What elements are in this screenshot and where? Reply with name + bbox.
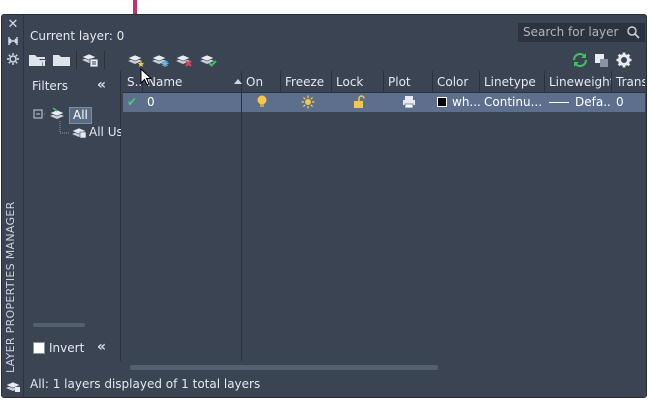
sort-ascending-icon	[234, 79, 242, 84]
column-name[interactable]: Name	[143, 71, 242, 93]
layer-stack-icon[interactable]	[5, 379, 21, 396]
filters-pane: Filters « All All Used Layers	[25, 71, 121, 361]
column-transparency[interactable]: Trans	[612, 71, 645, 93]
new-group-filter-icon[interactable]	[52, 51, 72, 69]
grid-scrollbar[interactable]	[130, 365, 438, 370]
layer-translucent-icon[interactable]	[592, 51, 612, 69]
unlocked-icon[interactable]	[353, 95, 365, 109]
status-bar-text: All: 1 layers displayed of 1 total layer…	[30, 377, 261, 391]
column-linetype[interactable]: Linetype	[480, 71, 545, 93]
column-color[interactable]: Color	[433, 71, 480, 93]
properties-icon[interactable]	[5, 53, 21, 69]
invert-label: Invert	[49, 341, 85, 355]
bulb-on-icon[interactable]	[256, 95, 268, 109]
auto-hide-icon[interactable]	[5, 35, 21, 51]
invert-checkbox[interactable]	[33, 342, 45, 354]
table-row[interactable]: ✔ 0 wh... Continu... Defa... 0	[123, 93, 645, 112]
filters-title: Filters	[32, 79, 68, 93]
search-icon[interactable]	[627, 26, 640, 39]
layer-color-name[interactable]: wh...	[448, 93, 480, 112]
layer-status-current: ✔	[127, 95, 138, 109]
layer-lineweight[interactable]: Defa...	[571, 93, 612, 112]
tree-item-all-used[interactable]: All Used Layers	[89, 125, 121, 139]
refresh-icon[interactable]	[570, 51, 590, 69]
column-lineweight[interactable]: Lineweight	[545, 71, 612, 93]
close-icon[interactable]: ✕	[5, 17, 21, 33]
new-layer-icon[interactable]	[126, 51, 146, 69]
sun-thawed-icon[interactable]	[301, 95, 315, 109]
layer-linetype[interactable]: Continu...	[480, 93, 545, 112]
lineweight-line-icon	[549, 102, 569, 103]
printer-icon[interactable]	[402, 95, 416, 109]
collapse-filters-button[interactable]: «	[97, 77, 106, 93]
layer-grid: S.. Name On Freeze Lock Plot Color Linet…	[123, 71, 645, 370]
layer-transparency[interactable]: 0	[612, 93, 645, 112]
color-swatch[interactable]	[437, 97, 447, 107]
new-layer-vp-frozen-icon[interactable]	[150, 51, 170, 69]
filters-scrollbar[interactable]	[33, 323, 85, 327]
column-plot[interactable]: Plot	[384, 71, 433, 93]
grid-header: S.. Name On Freeze Lock Plot Color Linet…	[123, 71, 645, 93]
column-freeze[interactable]: Freeze	[281, 71, 332, 93]
collapse-filters-bottom-button[interactable]: «	[97, 339, 106, 355]
settings-icon[interactable]	[614, 51, 634, 69]
layer-name[interactable]: 0	[143, 93, 242, 112]
filter-all-icon	[49, 107, 65, 119]
column-on[interactable]: On	[242, 71, 281, 93]
delete-layer-icon[interactable]	[174, 51, 194, 69]
layer-states-manager-icon[interactable]	[80, 51, 100, 69]
toolbar-separator	[104, 51, 105, 69]
tree-item-all[interactable]: All	[69, 107, 92, 124]
search-placeholder: Search for layer	[523, 25, 619, 39]
set-current-icon[interactable]	[198, 51, 218, 69]
mouse-cursor-icon	[140, 68, 152, 86]
column-lock[interactable]: Lock	[332, 71, 384, 93]
palette-side-strip: ✕ LAYER PROPERTIES MANAGER	[2, 15, 24, 397]
toolbar-separator	[76, 51, 77, 69]
search-input[interactable]: Search for layer	[518, 23, 645, 42]
layer-properties-palette: ✕ LAYER PROPERTIES MANAGER Current layer…	[1, 14, 647, 398]
grid-divider	[241, 93, 242, 361]
new-property-filter-icon[interactable]	[28, 51, 48, 69]
palette-vertical-title: LAYER PROPERTIES MANAGER	[4, 201, 17, 373]
filter-used-icon	[71, 127, 87, 139]
current-layer-label: Current layer: 0	[30, 29, 125, 43]
invert-filter-row: Invert «	[25, 337, 121, 361]
